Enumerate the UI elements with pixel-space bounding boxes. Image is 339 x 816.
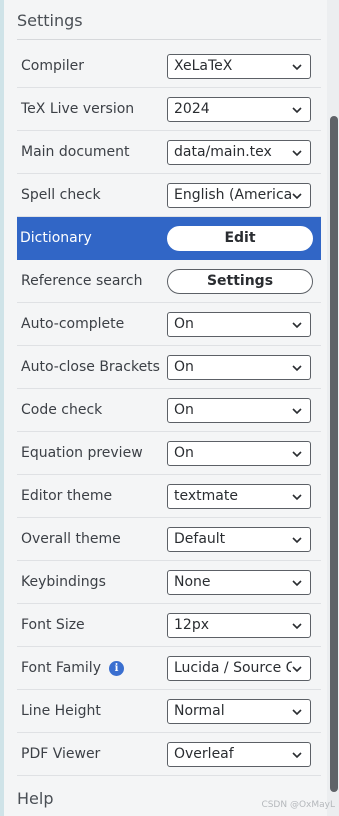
editor-theme-select[interactable]: textmate <box>167 483 311 509</box>
select-value: English (American) <box>174 187 292 203</box>
settings-heading: Settings <box>17 11 83 30</box>
chevron-down-icon <box>291 619 303 632</box>
setting-row-editor-theme: Editor theme textmate <box>17 475 321 518</box>
keybindings-select[interactable]: None <box>167 569 311 595</box>
auto-close-brackets-select[interactable]: On <box>167 354 311 380</box>
setting-row-overall-theme: Overall theme Default <box>17 518 321 561</box>
dictionary-edit-button[interactable]: Edit <box>167 225 313 251</box>
help-heading[interactable]: Help <box>17 789 53 808</box>
font-size-select[interactable]: 12px <box>167 612 311 638</box>
setting-row-main-document: Main document data/main.tex <box>17 131 321 174</box>
chevron-down-icon <box>291 189 303 202</box>
texlive-version-select[interactable]: 2024 <box>167 96 311 122</box>
heading-divider <box>17 39 321 40</box>
code-check-select[interactable]: On <box>167 397 311 423</box>
setting-label: Overall theme <box>21 531 121 547</box>
line-height-select[interactable]: Normal <box>167 698 311 724</box>
scrollbar-thumb[interactable] <box>330 116 338 792</box>
select-value: On <box>174 359 194 375</box>
setting-label: Font Family <box>21 660 101 676</box>
setting-row-keybindings: Keybindings None <box>17 561 321 604</box>
settings-panel: Settings Compiler XeLaTeX TeX Live versi… <box>4 0 325 816</box>
chevron-down-icon <box>291 404 303 417</box>
setting-label: Compiler <box>21 58 85 74</box>
chevron-down-icon <box>291 146 303 159</box>
select-value: 12px <box>174 617 209 633</box>
select-value: None <box>174 574 211 590</box>
setting-row-reference-search: Reference search Settings <box>17 260 321 303</box>
equation-preview-select[interactable]: On <box>167 440 311 466</box>
setting-label: TeX Live version <box>21 101 135 117</box>
select-value: Overleaf <box>174 746 234 762</box>
chevron-down-icon <box>291 490 303 503</box>
select-value: data/main.tex <box>174 144 272 160</box>
setting-label: Font Size <box>21 617 85 633</box>
select-value: On <box>174 316 194 332</box>
select-value: XeLaTeX <box>174 58 233 74</box>
setting-label: Spell check <box>21 187 101 203</box>
setting-row-compiler: Compiler XeLaTeX <box>17 45 321 88</box>
setting-row-texlive-version: TeX Live version 2024 <box>17 88 321 131</box>
setting-label: Line Height <box>21 703 101 719</box>
setting-row-equation-preview: Equation preview On <box>17 432 321 475</box>
settings-list: Compiler XeLaTeX TeX Live version 2024 M… <box>17 45 321 776</box>
setting-row-dictionary: Dictionary Edit <box>17 217 321 260</box>
setting-row-auto-complete: Auto-complete On <box>17 303 321 346</box>
select-value: Lucida / Source Code Pro <box>174 660 292 676</box>
chevron-down-icon <box>291 748 303 761</box>
chevron-down-icon <box>291 103 303 116</box>
select-value: On <box>174 402 194 418</box>
chevron-down-icon <box>291 533 303 546</box>
chevron-down-icon <box>291 60 303 73</box>
select-value: 2024 <box>174 101 210 117</box>
setting-label: Auto-complete <box>21 316 125 332</box>
setting-label: Editor theme <box>21 488 113 504</box>
setting-row-auto-close-brackets: Auto-close Brackets On <box>17 346 321 389</box>
auto-complete-select[interactable]: On <box>167 311 311 337</box>
main-document-select[interactable]: data/main.tex <box>167 139 311 165</box>
setting-label: Reference search <box>21 273 143 289</box>
setting-row-code-check: Code check On <box>17 389 321 432</box>
watermark-text: CSDN @OxMayL <box>261 800 335 810</box>
overall-theme-select[interactable]: Default <box>167 526 311 552</box>
setting-label: Code check <box>21 402 103 418</box>
chevron-down-icon <box>291 662 303 675</box>
chevron-down-icon <box>291 705 303 718</box>
setting-row-font-size: Font Size 12px <box>17 604 321 647</box>
info-icon[interactable]: i <box>108 660 124 676</box>
setting-label: PDF Viewer <box>21 746 101 762</box>
reference-search-settings-button[interactable]: Settings <box>167 268 313 294</box>
chevron-down-icon <box>291 576 303 589</box>
compiler-select[interactable]: XeLaTeX <box>167 53 311 79</box>
setting-row-pdf-viewer: PDF Viewer Overleaf <box>17 733 321 776</box>
chevron-down-icon <box>291 318 303 331</box>
spell-check-select[interactable]: English (American) <box>167 182 311 208</box>
setting-label: Main document <box>21 144 130 160</box>
select-value: On <box>174 445 194 461</box>
setting-label: Auto-close Brackets <box>21 359 160 375</box>
chevron-down-icon <box>291 447 303 460</box>
setting-row-spell-check: Spell check English (American) <box>17 174 321 217</box>
select-value: Default <box>174 531 226 547</box>
setting-row-font-family: Font Family i Lucida / Source Code Pro <box>17 647 321 690</box>
pdf-viewer-select[interactable]: Overleaf <box>167 741 311 767</box>
font-family-select[interactable]: Lucida / Source Code Pro <box>167 655 311 681</box>
setting-label: Keybindings <box>21 574 106 590</box>
setting-label: Equation preview <box>21 445 143 461</box>
setting-label: Dictionary <box>20 230 92 246</box>
select-value: textmate <box>174 488 238 504</box>
setting-label-with-info: Font Family i <box>21 660 124 676</box>
select-value: Normal <box>174 703 225 719</box>
setting-row-line-height: Line Height Normal <box>17 690 321 733</box>
chevron-down-icon <box>291 361 303 374</box>
